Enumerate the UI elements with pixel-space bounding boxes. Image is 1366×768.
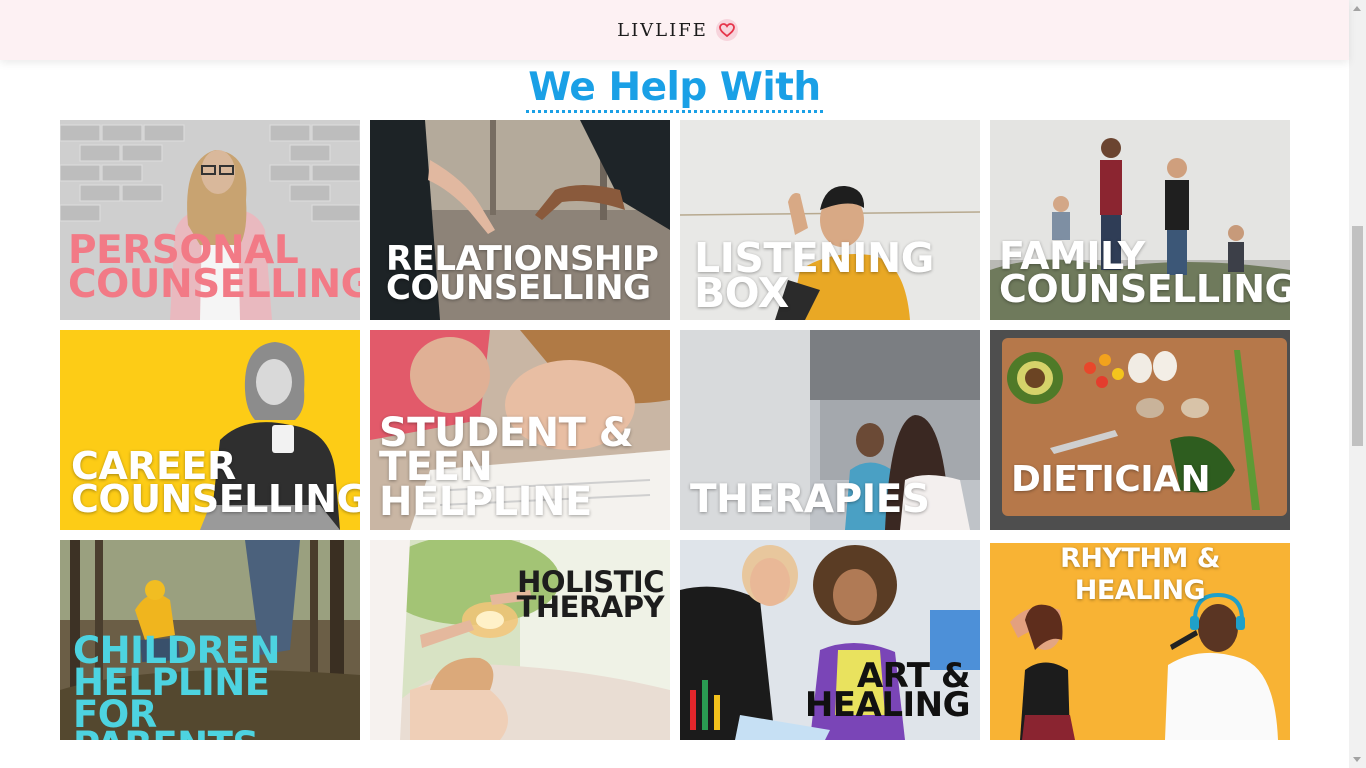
service-label: STUDENT & TEEN HELPLINE — [379, 410, 634, 525]
services-grid: PERSONAL COUNSELLING RELATIONSHIP COUNSELL… — [60, 120, 1290, 740]
service-tile-dietician[interactable]: DIETICIAN — [990, 330, 1290, 530]
section-title: We Help With — [526, 66, 823, 113]
service-tile-children-helpline[interactable]: CHILDRENHELPLINE FORPARENTS — [60, 540, 360, 740]
service-label: FAMILY COUNSELLING — [999, 234, 1290, 311]
service-label: HOLISTIC THERAPY — [516, 565, 665, 624]
service-label: LISTENING BOX — [694, 234, 934, 318]
service-tile-rhythm-healing[interactable]: RHYTHM & HEALING — [990, 540, 1290, 740]
page-scrollbar[interactable] — [1349, 0, 1366, 768]
section-heading-wrap: We Help With — [0, 66, 1349, 113]
service-tile-therapies[interactable]: THERAPIES — [680, 330, 980, 530]
service-tile-art-healing[interactable]: ART & HEALING — [680, 540, 980, 740]
service-label: ART & HEALING — [804, 656, 971, 726]
brand-logo[interactable]: LIVLIFE — [617, 19, 738, 41]
service-tile-relationship-counselling[interactable]: RELATIONSHIP COUNSELLING — [370, 120, 670, 320]
service-tile-holistic-therapy[interactable]: HOLISTIC THERAPY — [370, 540, 670, 740]
service-label: CHILDRENHELPLINE FORPARENTS — [73, 629, 280, 740]
service-label: PERSONAL COUNSELLING — [68, 228, 360, 307]
service-tile-family-counselling[interactable]: FAMILY COUNSELLING — [990, 120, 1290, 320]
scroll-up-icon[interactable] — [1353, 6, 1361, 11]
service-label: RELATIONSHIP COUNSELLING — [386, 239, 659, 309]
scroll-down-icon[interactable] — [1353, 757, 1361, 762]
heart-icon — [715, 19, 738, 41]
service-tile-student-teen-helpline[interactable]: STUDENT & TEEN HELPLINE — [370, 330, 670, 530]
service-label: CAREER COUNSELLING — [71, 444, 360, 521]
service-label: RHYTHM & HEALING — [1060, 543, 1220, 607]
service-tile-career-counselling[interactable]: CAREER COUNSELLING — [60, 330, 360, 530]
top-navbar: LIVLIFE — [0, 0, 1349, 60]
service-label: THERAPIES — [690, 477, 930, 522]
dietician-image — [990, 330, 1290, 530]
service-label: DIETICIAN — [1011, 459, 1211, 500]
service-tile-personal-counselling[interactable]: PERSONAL COUNSELLING — [60, 120, 360, 320]
service-tile-listening-box[interactable]: LISTENING BOX — [680, 120, 980, 320]
scroll-thumb[interactable] — [1352, 226, 1363, 446]
brand-name: LIVLIFE — [617, 19, 708, 41]
